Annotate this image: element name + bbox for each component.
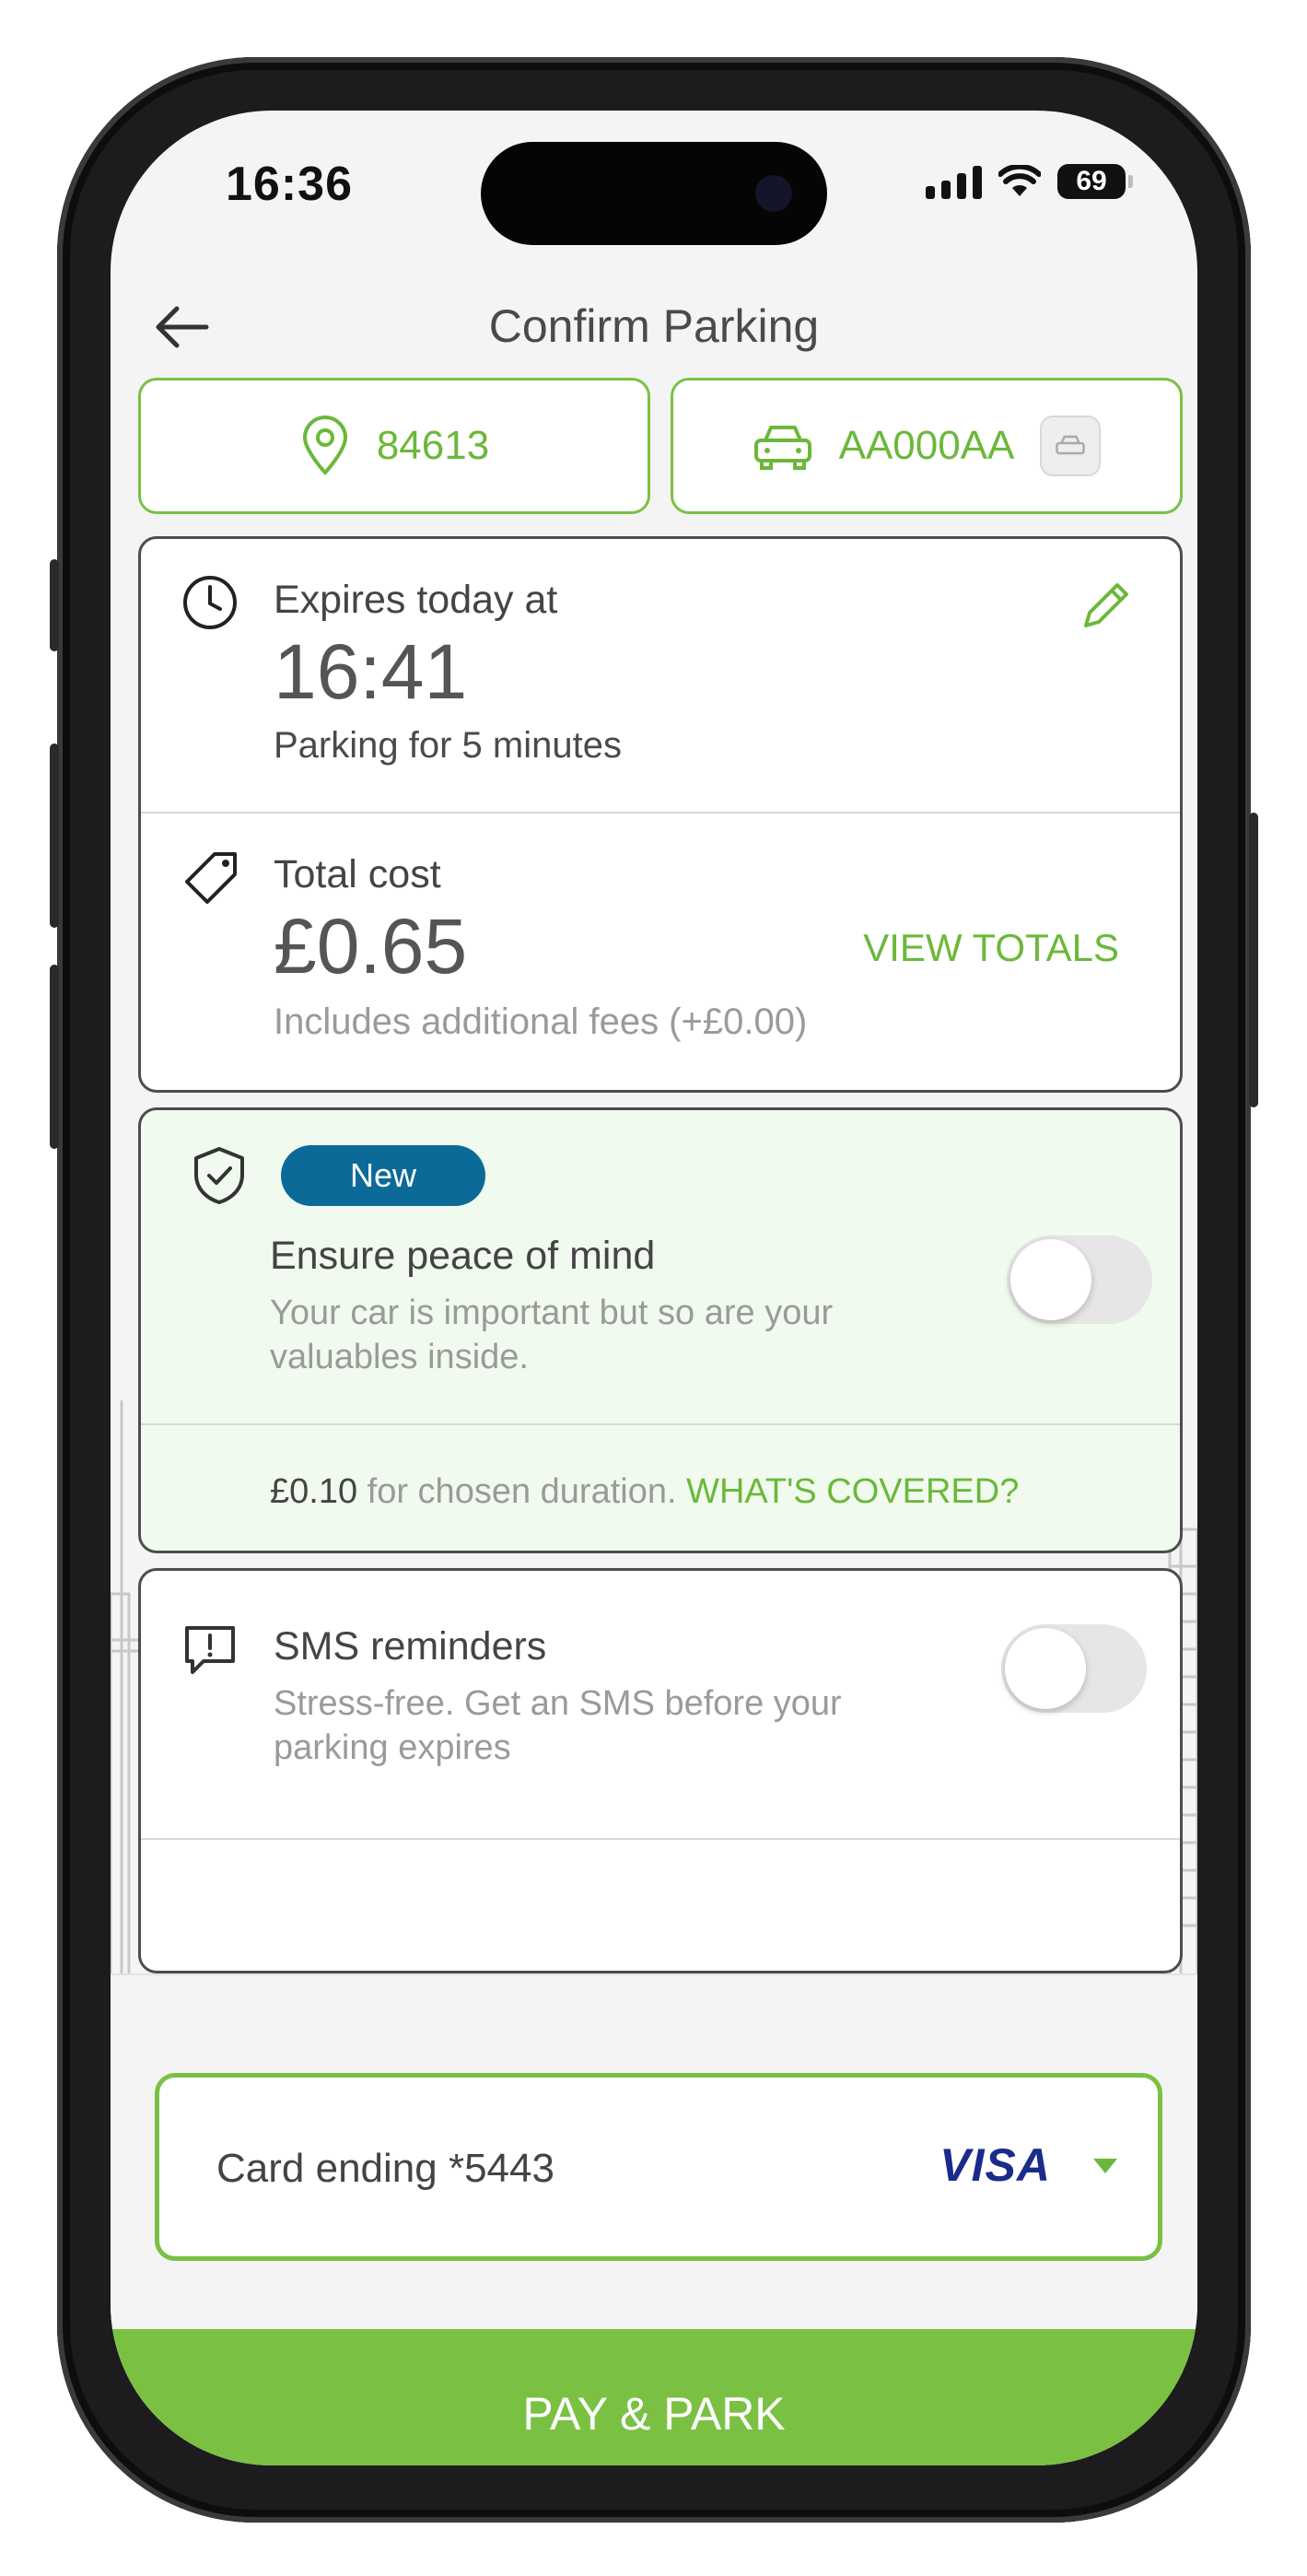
whats-covered-link[interactable]: WHAT'S COVERED? — [686, 1472, 1019, 1511]
card-divider — [141, 812, 1180, 814]
power-button — [1249, 813, 1258, 1107]
insurance-card: New Ensure peace of mind Your car is imp… — [138, 1107, 1183, 1553]
total-cost-label: Total cost — [274, 852, 441, 896]
new-badge: New — [281, 1145, 485, 1206]
cellular-signal-icon — [926, 164, 982, 199]
volume-up-button — [50, 744, 59, 928]
location-code: 84613 — [376, 423, 490, 468]
wifi-icon — [998, 165, 1041, 196]
parking-duration: Parking for 5 minutes — [274, 725, 622, 766]
action-button — [50, 559, 59, 651]
sms-desc-line2: parking expires — [274, 1728, 511, 1767]
sms-desc-line1: Stress-free. Get an SMS before your — [274, 1684, 842, 1723]
price-tag-icon — [185, 852, 237, 904]
expiry-time: 16:41 — [274, 628, 468, 715]
car-icon — [753, 426, 811, 470]
payment-method-select[interactable]: Card ending *5443 VISA — [155, 2073, 1162, 2261]
pay-and-park-button[interactable]: PAY & PARK — [111, 2329, 1197, 2465]
battery-icon: 69 — [1057, 164, 1133, 199]
page-title: Confirm Parking — [488, 300, 820, 352]
parking-summary-card: Expires today at 16:41 Parking for 5 min… — [138, 536, 1183, 1093]
alert-message-icon — [185, 1626, 235, 1674]
clock-icon — [183, 576, 237, 629]
fees-note: Includes additional fees (+£0.00) — [274, 1001, 808, 1042]
location-chip[interactable]: 84613 — [138, 378, 650, 514]
insurance-toggle[interactable] — [1007, 1235, 1152, 1324]
insurance-title: Ensure peace of mind — [270, 1234, 656, 1278]
visa-logo: VISA — [939, 2139, 1051, 2191]
shield-check-icon — [194, 1147, 244, 1204]
insurance-desc-line1: Your car is important but so are your — [270, 1294, 834, 1332]
pencil-icon[interactable] — [1077, 578, 1134, 635]
card-divider — [141, 1423, 1180, 1425]
sms-reminders-card: SMS reminders Stress-free. Get an SMS be… — [138, 1568, 1183, 1973]
vehicle-thumbnail — [1040, 416, 1102, 476]
expiry-label: Expires today at — [274, 578, 558, 622]
insurance-desc-line2: valuables inside. — [270, 1338, 529, 1376]
status-icons: 69 — [926, 164, 1133, 199]
chevron-down-icon — [1093, 2159, 1117, 2173]
status-time: 16:36 — [226, 158, 353, 211]
header: Confirm Parking — [111, 272, 1197, 382]
vehicle-chip[interactable]: AA000AA — [671, 378, 1183, 514]
card-ending-label: Card ending *5443 — [216, 2146, 554, 2191]
insurance-price-suffix: for chosen duration. — [357, 1472, 677, 1511]
screen: 16:36 69 Confirm Parking 84613 AA000AA E… — [111, 111, 1197, 2465]
vehicle-plate: AA000AA — [838, 423, 1015, 468]
insurance-price: £0.10 — [270, 1472, 358, 1511]
card-divider — [141, 1838, 1180, 1840]
insurance-price-line: £0.10 for chosen duration. WHAT'S COVERE… — [270, 1469, 1019, 1514]
dynamic-island — [481, 142, 827, 245]
sms-toggle[interactable] — [1001, 1624, 1147, 1713]
car-silhouette-icon — [1056, 435, 1086, 455]
volume-down-button — [50, 965, 59, 1149]
total-cost-amount: £0.65 — [274, 903, 468, 989]
sms-title: SMS reminders — [274, 1624, 547, 1669]
map-pin-icon — [302, 416, 347, 475]
view-totals-link[interactable]: VIEW TOTALS — [863, 926, 1119, 970]
